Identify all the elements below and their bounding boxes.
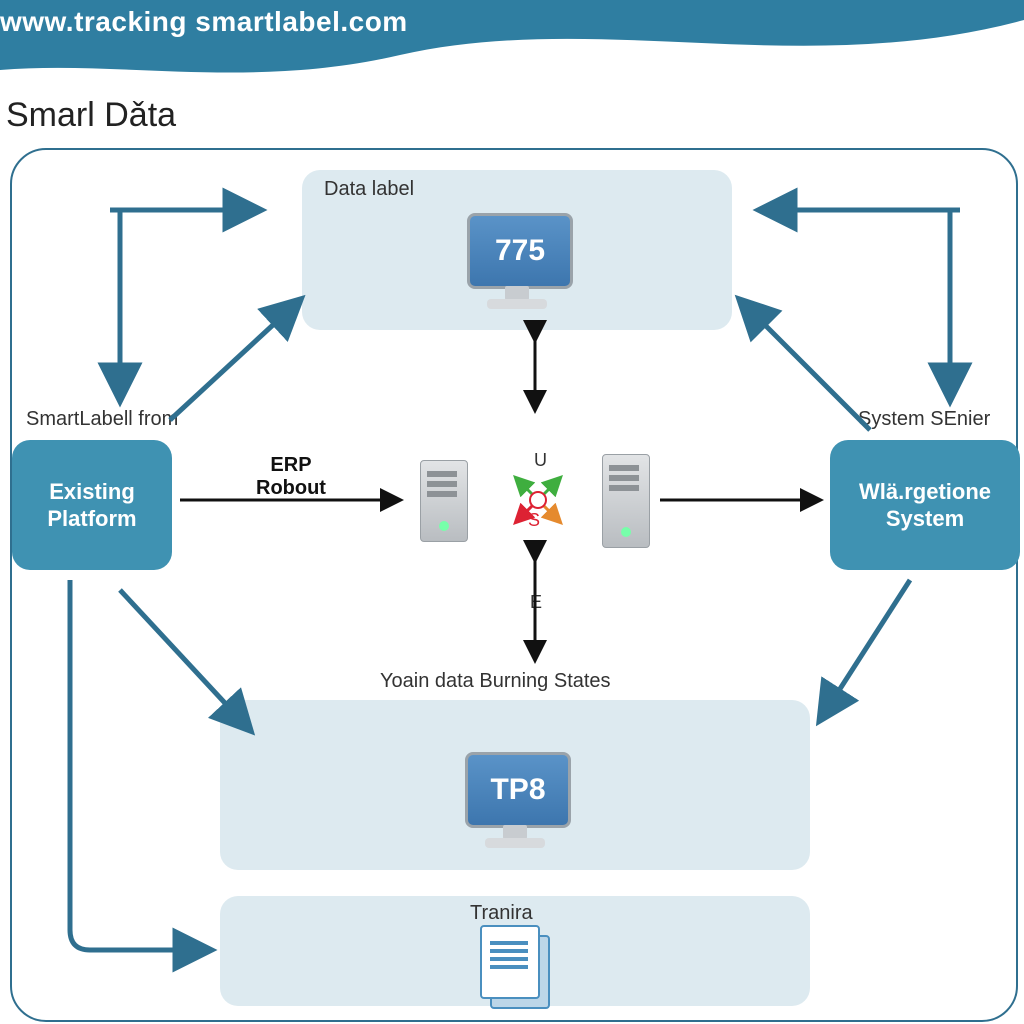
server-icon-right <box>602 454 650 548</box>
node-burning-states-title: Yoain data Burning States <box>380 670 611 693</box>
header-url: www.tracking smartlabel.com <box>0 6 408 38</box>
server-icon-left <box>420 460 468 542</box>
caption-system-senier: System SEnier <box>858 408 990 431</box>
node-data-label: Data label 775 <box>302 170 732 330</box>
erp-line1: ERP <box>270 454 311 476</box>
target-line2: System <box>886 505 964 533</box>
erp-line2: Robout <box>256 477 326 499</box>
caption-erp-robout: ERP Robout <box>256 454 326 500</box>
existing-line1: Existing <box>49 478 135 506</box>
monitor-screen-text: TP8 <box>465 752 571 828</box>
node-tranira: Tranira <box>220 896 810 1006</box>
node-existing-platform: Existing Platform <box>12 440 172 570</box>
target-line1: Wlä.rgetione <box>859 478 991 506</box>
compass-letter-u: U <box>534 450 547 471</box>
node-data-label-title: Data label <box>324 178 414 201</box>
caption-smartlabel-from: SmartLabell from <box>26 408 178 431</box>
monitor-icon: 775 <box>457 213 577 313</box>
existing-line2: Platform <box>47 505 136 533</box>
document-icon <box>480 925 550 1005</box>
compass-letter-e: E <box>530 592 542 613</box>
node-tranira-title: Tranira <box>470 902 533 925</box>
compass-letter-center: S <box>528 510 540 531</box>
node-burning-states: Yoain data Burning States TP8 <box>220 700 810 870</box>
page-title: Smarl Dǎta <box>6 96 176 135</box>
node-target-system: Wlä.rgetione System <box>830 440 1020 570</box>
compass-letter-s: S <box>530 388 542 409</box>
monitor-screen-text: 775 <box>467 213 573 289</box>
monitor-icon: TP8 <box>455 752 575 852</box>
